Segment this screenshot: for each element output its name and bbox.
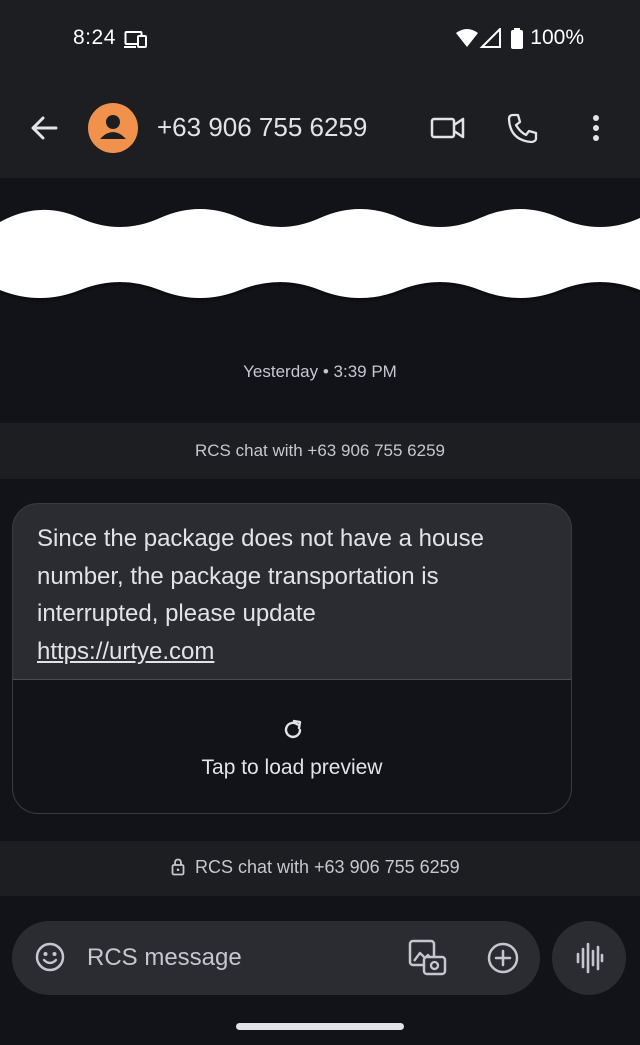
message-text: Since the package does not have a house … [37, 520, 547, 670]
phone-icon [507, 113, 538, 144]
torn-redaction [0, 178, 640, 318]
contact-name[interactable]: +63 906 755 6259 [157, 112, 367, 143]
lock-icon [171, 858, 185, 881]
rcs-banner-text: RCS chat with +63 906 755 6259 [195, 441, 445, 460]
add-attachment-button[interactable] [486, 941, 520, 980]
arrow-back-icon [31, 116, 58, 140]
waveform-icon [576, 942, 604, 974]
avatar[interactable] [88, 103, 138, 153]
wifi-icon [456, 29, 478, 47]
person-icon [100, 115, 126, 139]
signal-icons [455, 26, 525, 55]
battery-percent: 100% [530, 26, 584, 49]
rcs-footer-text: RCS chat with +63 906 755 6259 [195, 857, 460, 877]
gallery-icon [408, 939, 447, 976]
link-preview[interactable]: Tap to load preview [13, 679, 571, 813]
back-button[interactable] [28, 112, 60, 144]
cast-icon [124, 30, 148, 55]
refresh-icon [281, 718, 305, 747]
navigation-handle[interactable] [236, 1023, 404, 1030]
message-input[interactable] [87, 944, 387, 972]
call-button[interactable] [505, 111, 539, 150]
status-time: 8:24 [73, 26, 116, 49]
emoji-icon [35, 942, 65, 972]
add-circle-icon [487, 942, 519, 974]
voice-message-button[interactable] [552, 921, 626, 995]
more-options-button[interactable] [588, 111, 604, 150]
message-bubble[interactable]: Since the package does not have a house … [12, 503, 572, 814]
video-icon [430, 117, 465, 139]
message-body: Since the package does not have a house … [37, 525, 484, 627]
message-timestamp: Yesterday • 3:39 PM [243, 362, 397, 381]
emoji-button[interactable] [34, 941, 66, 978]
message-link[interactable]: https://urtye.com [37, 638, 214, 665]
more-vert-icon [593, 115, 599, 141]
preview-label: Tap to load preview [201, 756, 383, 779]
gallery-button[interactable] [408, 939, 448, 982]
video-call-button[interactable] [430, 113, 466, 148]
